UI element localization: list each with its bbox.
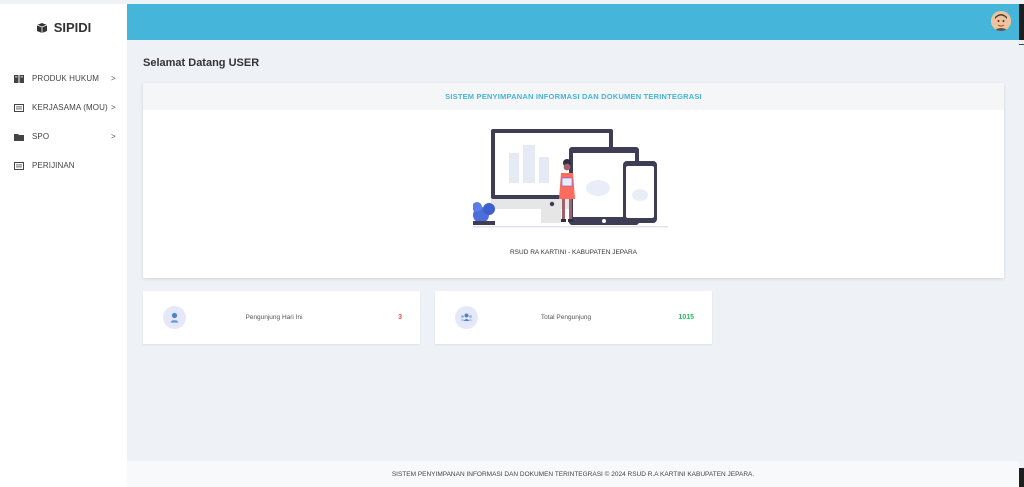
window-edge [1019,4,1024,40]
sidebar-menu: PRODUK HUKUM > KERJASAMA (MOU) > SPO > P… [0,64,127,180]
chevron-right-icon: > [111,103,116,112]
hero-card: SISTEM PENYIMPANAN INFORMASI DAN DOKUMEN… [143,83,1004,278]
user-avatar-icon[interactable] [991,11,1011,31]
sidebar-item-perijinan[interactable]: PERIJINAN [0,151,127,180]
stat-label: Total Pengunjung [540,314,592,321]
sidebar-item-produk-hukum[interactable]: PRODUK HUKUM > [0,64,127,93]
sidebar-item-label: PRODUK HUKUM [32,74,99,83]
user-tie-icon [163,306,186,329]
sidebar-item-kerjasama[interactable]: KERJASAMA (MOU) > [0,93,127,122]
topbar [127,4,1019,40]
file-icon [14,161,24,170]
book-icon [14,74,24,83]
window-edge-divider [1019,44,1024,45]
stat-value: 3 [398,314,402,321]
footer: SISTEM PENYIMPANAN INFORMASI DAN DOKUMEN… [127,461,1019,487]
stat-card-today: Pengunjung Hari Ini 3 [143,291,420,344]
hero-title: SISTEM PENYIMPANAN INFORMASI DAN DOKUMEN… [143,83,1004,110]
window-edge [1019,468,1024,487]
file-icon [14,103,24,112]
stat-value: 1015 [678,314,694,321]
folder-icon [14,133,24,141]
sidebar: SIPIDI PRODUK HUKUM > KERJASAMA (MOU) > … [0,4,127,487]
devices-illustration [472,123,673,238]
chevron-right-icon: > [111,74,116,83]
hero-caption: RSUD RA KARTINI - KABUPATEN JEPARA [509,249,638,256]
page-title: Selamat Datang USER [143,57,260,69]
sidebar-item-spo[interactable]: SPO > [0,122,127,151]
brand[interactable]: SIPIDI [0,4,127,50]
stat-label: Pengunjung Hari Ini [245,314,303,321]
stat-card-total: Total Pengunjung 1015 [435,291,712,344]
users-icon [455,306,478,329]
box-open-icon [36,21,48,33]
sidebar-item-label: PERIJINAN [32,161,75,170]
chevron-right-icon: > [111,132,116,141]
brand-name: SIPIDI [53,19,92,35]
sidebar-item-label: KERJASAMA (MOU) [32,103,108,112]
sidebar-item-label: SPO [32,132,50,141]
